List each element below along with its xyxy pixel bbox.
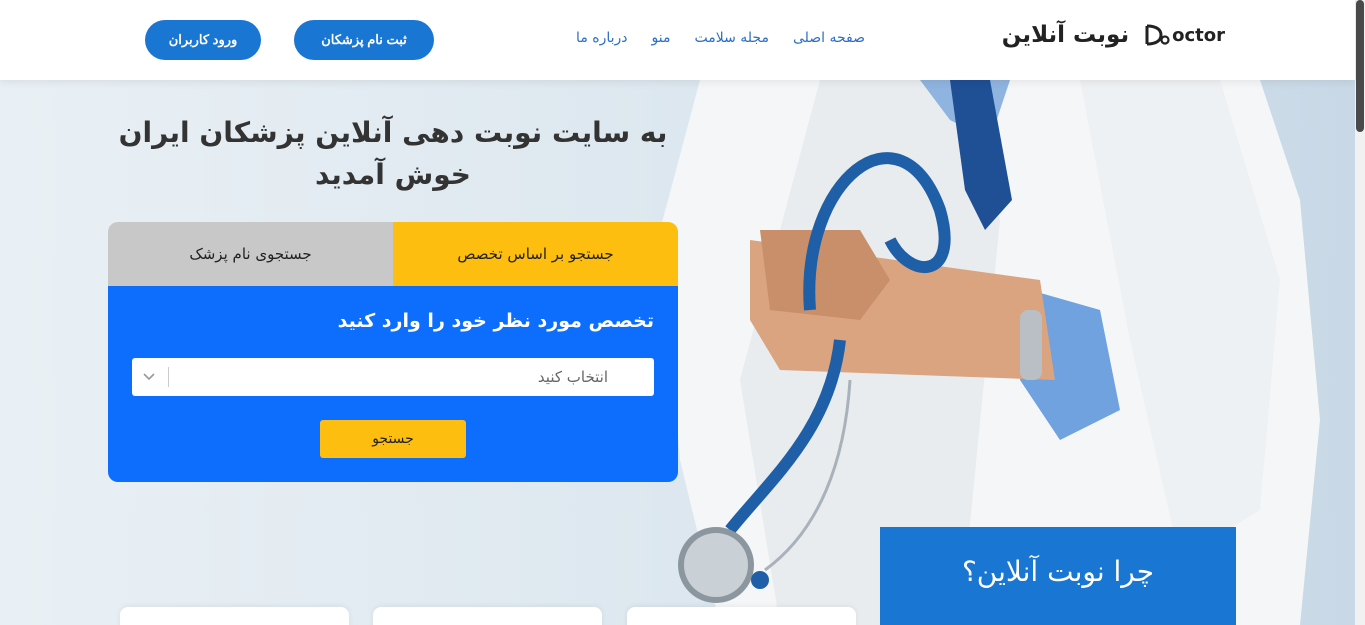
welcome-heading: به سایت نوبت دهی آنلاین پزشکان ایران خوش… [108,112,678,196]
feature-card [373,607,602,625]
nav-menu[interactable]: منو [652,30,671,46]
welcome-line1: به سایت نوبت دهی آنلاین پزشکان ایران [118,116,668,149]
scrollbar-thumb[interactable] [1356,0,1364,132]
stethoscope-logo-icon [1145,24,1170,46]
tab-doctor-name[interactable]: جستجوی نام پزشک [108,222,393,286]
panel-title: تخصص مورد نظر خود را وارد کنید [337,310,654,332]
brand-title: نوبت آنلاین [1001,22,1130,48]
why-title: چرا نوبت آنلاین؟ [961,555,1155,588]
search-tabs: جستجوی نام پزشک جستجو بر اساس تخصص [108,222,678,286]
nav-home[interactable]: صفحه اصلی [793,30,865,46]
chevron-down-icon[interactable] [142,369,156,383]
specialty-select[interactable]: انتخاب کنید [132,358,654,396]
brand-logo-text: octor [1172,24,1225,46]
search-panel: تخصص مورد نظر خود را وارد کنید انتخاب کن… [108,286,678,482]
welcome-line2: خوش آمدید [315,158,471,191]
user-login-button[interactable]: ورود کاربران [145,20,261,60]
main-nav: صفحه اصلی مجله سلامت منو درباره ما [576,30,865,46]
brand[interactable]: octor نوبت آنلاین [1002,22,1225,48]
feature-card [627,607,856,625]
tab-specialty[interactable]: جستجو بر اساس تخصص [393,222,678,286]
nav-health-magazine[interactable]: مجله سلامت [694,30,768,46]
page-scrollbar[interactable] [1355,0,1365,625]
search-button[interactable]: جستجو [320,420,466,458]
select-divider [168,367,169,387]
brand-logo: octor [1141,22,1225,48]
feature-card [120,607,349,625]
search-box: جستجوی نام پزشک جستجو بر اساس تخصص تخصص … [108,222,678,482]
why-online-box: چرا نوبت آنلاین؟ [880,527,1236,625]
select-value: انتخاب کنید [537,368,608,386]
register-doctors-button[interactable]: ثبت نام پزشکان [294,20,434,60]
site-header: octor نوبت آنلاین صفحه اصلی مجله سلامت م… [0,0,1355,80]
nav-about[interactable]: درباره ما [576,30,627,46]
